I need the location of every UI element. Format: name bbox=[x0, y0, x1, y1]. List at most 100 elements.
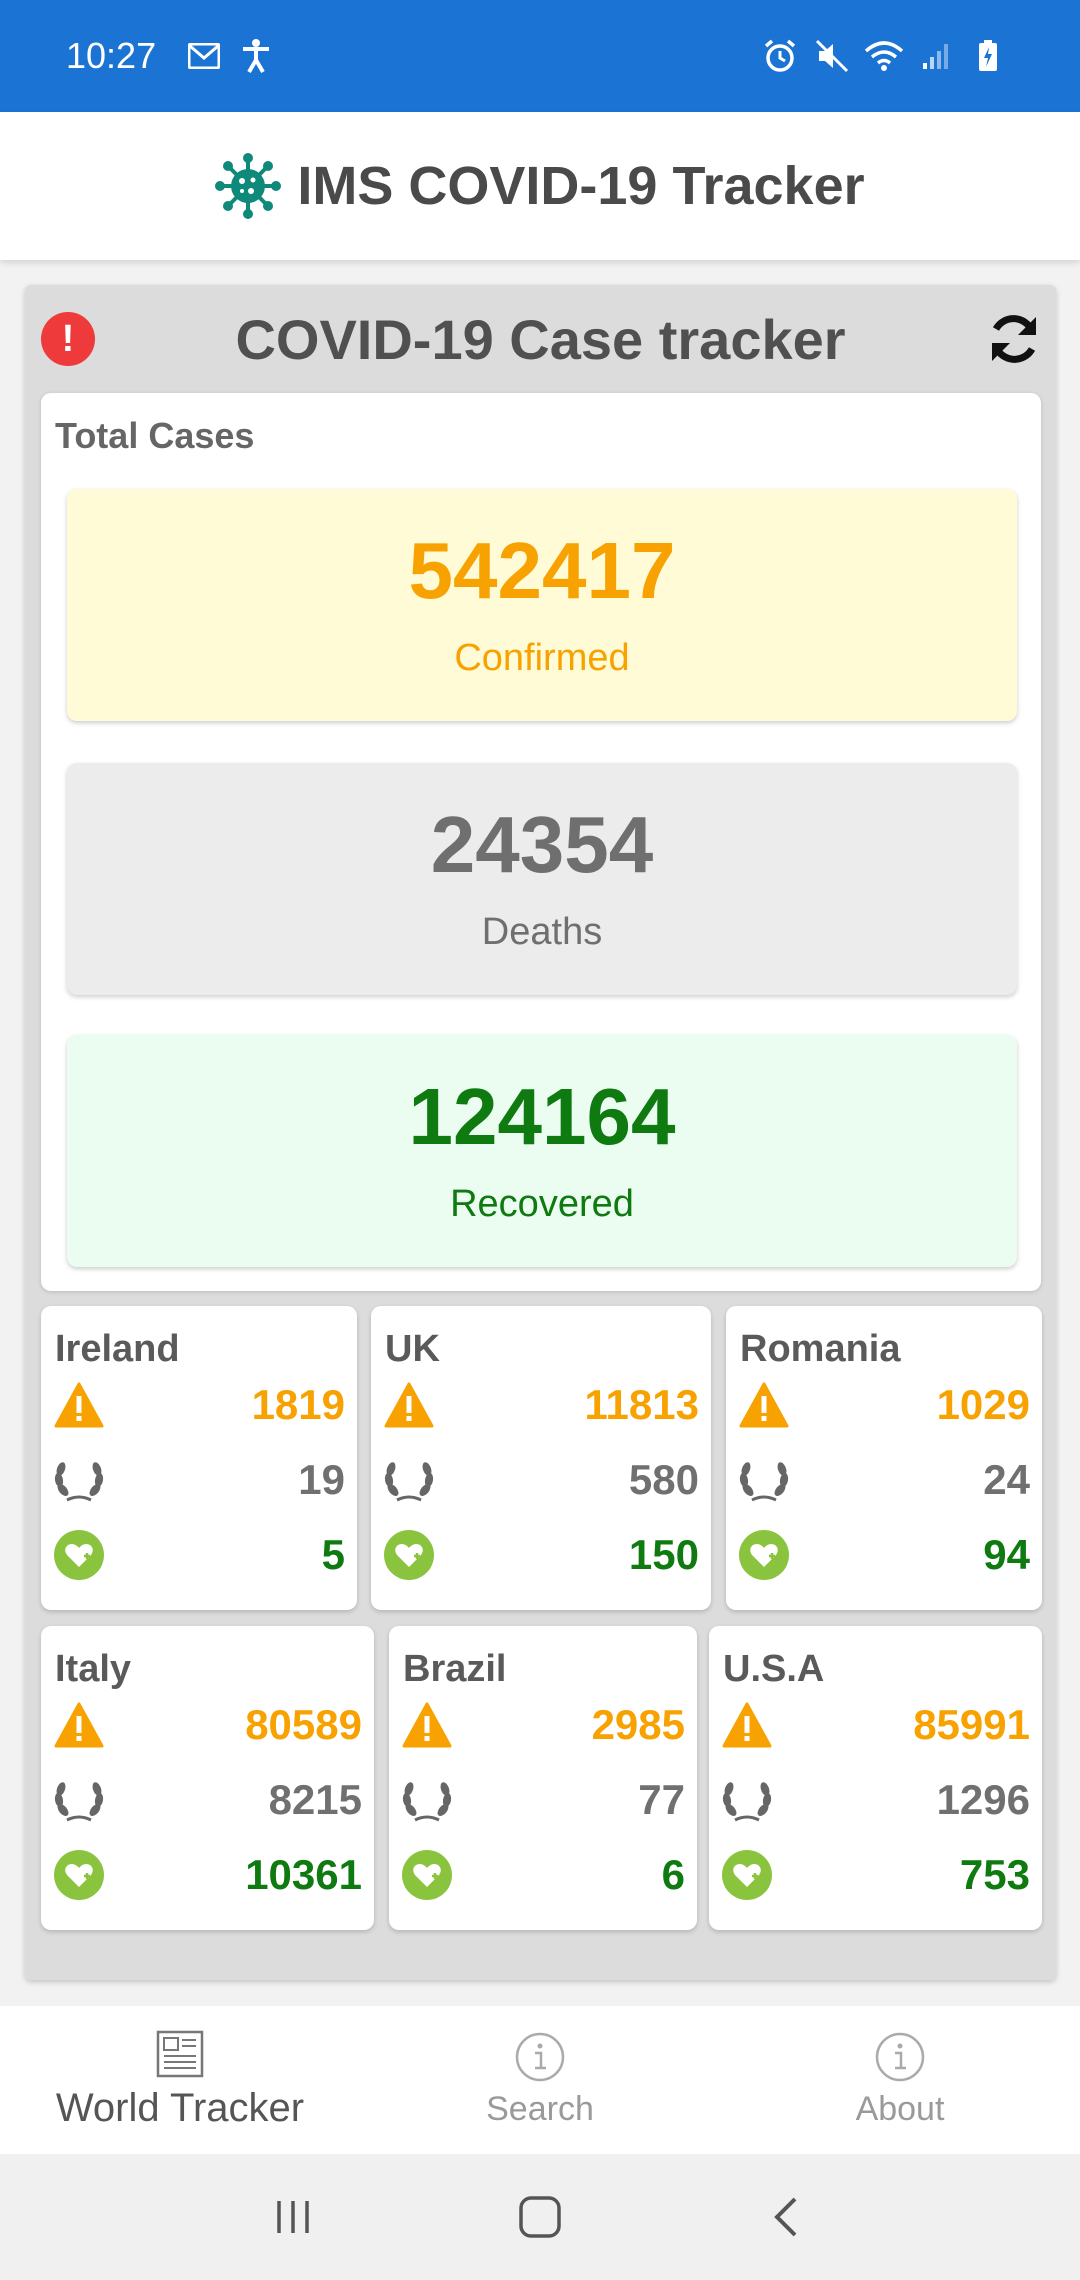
signal-icon bbox=[916, 36, 956, 76]
alarm-icon bbox=[760, 36, 800, 76]
recovered-row: 753 bbox=[721, 1846, 1030, 1904]
heart-plus-icon bbox=[401, 1849, 453, 1901]
nav-world-tracker[interactable]: World Tracker bbox=[0, 2006, 360, 2154]
warning-icon bbox=[738, 1379, 790, 1431]
nav-search-label: Search bbox=[486, 2089, 594, 2128]
status-time: 10:27 bbox=[66, 35, 157, 76]
wifi-icon bbox=[864, 36, 904, 76]
heart-plus-icon bbox=[53, 1529, 105, 1581]
deaths-count: 8215 bbox=[268, 1776, 362, 1823]
heart-plus-icon bbox=[738, 1529, 790, 1581]
recovered-row: 6 bbox=[401, 1846, 685, 1904]
virus-icon bbox=[215, 153, 282, 219]
system-nav-bar bbox=[0, 2154, 1080, 2280]
confirmed-row: 85991 bbox=[721, 1696, 1030, 1754]
country-card-romania[interactable]: Romania 1029 24 94 bbox=[726, 1306, 1042, 1610]
back-icon[interactable] bbox=[757, 2187, 817, 2247]
nav-world-tracker-label: World Tracker bbox=[55, 2085, 305, 2130]
deaths-count: 580 bbox=[628, 1456, 699, 1503]
country-card-italy[interactable]: Italy 80589 8215 10361 bbox=[41, 1626, 374, 1930]
deaths-row: 24 bbox=[738, 1451, 1030, 1509]
nav-about[interactable]: About bbox=[720, 2006, 1080, 2154]
deaths-row: 1296 bbox=[721, 1771, 1030, 1829]
warning-icon bbox=[53, 1699, 105, 1751]
heart-plus-icon bbox=[721, 1849, 773, 1901]
total-cases-card: Total Cases 542417 Confirmed 24354 Death… bbox=[41, 393, 1041, 1291]
deaths-row: 8215 bbox=[53, 1771, 362, 1829]
recovered-count: 6 bbox=[661, 1851, 685, 1898]
confirmed-label: Confirmed bbox=[454, 636, 630, 679]
confirmed-count: 1819 bbox=[251, 1381, 345, 1428]
recovered-count: 753 bbox=[959, 1851, 1030, 1898]
laurel-wreath-icon bbox=[401, 1774, 453, 1826]
laurel-wreath-icon bbox=[383, 1454, 435, 1506]
recovered-row: 94 bbox=[738, 1526, 1030, 1584]
deaths-count: 19 bbox=[298, 1456, 345, 1503]
warning-icon bbox=[383, 1379, 435, 1431]
gmail-icon bbox=[184, 36, 224, 76]
status-bar: 10:27 bbox=[0, 0, 1080, 112]
confirmed-count: 2985 bbox=[591, 1701, 685, 1748]
panel-header: ! COVID-19 Case tracker bbox=[25, 285, 1056, 393]
recovered-row: 150 bbox=[383, 1526, 699, 1584]
recent-apps-icon[interactable] bbox=[263, 2187, 323, 2247]
total-cases-label: Total Cases bbox=[55, 415, 255, 456]
country-card-ireland[interactable]: Ireland 1819 19 5 bbox=[41, 1306, 357, 1610]
recovered-value: 124164 bbox=[408, 1071, 676, 1161]
battery-icon bbox=[968, 36, 1008, 76]
confirmed-row: 11813 bbox=[383, 1376, 699, 1434]
home-icon[interactable] bbox=[510, 2187, 570, 2247]
recovered-count: 94 bbox=[983, 1531, 1030, 1578]
newspaper-icon bbox=[156, 2030, 204, 2077]
case-tracker-panel: ! COVID-19 Case tracker Total Cases 5424… bbox=[25, 285, 1056, 1980]
mute-icon bbox=[812, 36, 852, 76]
recovered-box: 124164 Recovered bbox=[67, 1035, 1017, 1267]
country-card-usa[interactable]: U.S.A 85991 1296 753 bbox=[709, 1626, 1042, 1930]
app-header: IMS COVID-19 Tracker bbox=[0, 112, 1080, 260]
laurel-wreath-icon bbox=[53, 1774, 105, 1826]
confirmed-row: 80589 bbox=[53, 1696, 362, 1754]
country-name: Brazil bbox=[403, 1648, 507, 1690]
warning-icon bbox=[53, 1379, 105, 1431]
deaths-count: 1296 bbox=[936, 1776, 1030, 1823]
confirmed-row: 1819 bbox=[53, 1376, 345, 1434]
recovered-count: 10361 bbox=[245, 1851, 362, 1898]
recovered-row: 10361 bbox=[53, 1846, 362, 1904]
deaths-count: 77 bbox=[638, 1776, 685, 1823]
recovered-count: 5 bbox=[321, 1531, 345, 1578]
bottom-nav: World Tracker Search About bbox=[0, 2006, 1080, 2154]
info-icon bbox=[875, 2032, 925, 2081]
panel-title: COVID-19 Case tracker bbox=[235, 307, 846, 371]
laurel-wreath-icon bbox=[738, 1454, 790, 1506]
app-title: IMS COVID-19 Tracker bbox=[297, 156, 865, 216]
laurel-wreath-icon bbox=[721, 1774, 773, 1826]
refresh-icon[interactable] bbox=[984, 309, 1044, 369]
confirmed-count: 80589 bbox=[245, 1701, 362, 1748]
country-name: Romania bbox=[740, 1328, 901, 1370]
heart-plus-icon bbox=[383, 1529, 435, 1581]
deaths-row: 580 bbox=[383, 1451, 699, 1509]
confirmed-count: 1029 bbox=[936, 1381, 1030, 1428]
recovered-label: Recovered bbox=[450, 1182, 634, 1225]
deaths-row: 77 bbox=[401, 1771, 685, 1829]
info-icon bbox=[515, 2032, 565, 2081]
laurel-wreath-icon bbox=[53, 1454, 105, 1506]
deaths-row: 19 bbox=[53, 1451, 345, 1509]
country-name: U.S.A bbox=[723, 1648, 825, 1690]
warning-icon bbox=[401, 1699, 453, 1751]
confirmed-count: 11813 bbox=[584, 1381, 699, 1428]
country-name: Ireland bbox=[55, 1328, 180, 1370]
deaths-count: 24 bbox=[983, 1456, 1030, 1503]
confirmed-value: 542417 bbox=[408, 525, 676, 615]
nav-search[interactable]: Search bbox=[360, 2006, 720, 2154]
deaths-value: 24354 bbox=[430, 799, 654, 889]
confirmed-count: 85991 bbox=[913, 1701, 1030, 1748]
deaths-label: Deaths bbox=[481, 910, 603, 953]
recovered-count: 150 bbox=[628, 1531, 699, 1578]
alert-icon[interactable]: ! bbox=[41, 312, 95, 366]
confirmed-row: 1029 bbox=[738, 1376, 1030, 1434]
nav-about-label: About bbox=[855, 2089, 945, 2128]
recovered-row: 5 bbox=[53, 1526, 345, 1584]
country-card-brazil[interactable]: Brazil 2985 77 6 bbox=[389, 1626, 697, 1930]
country-card-uk[interactable]: UK 11813 580 150 bbox=[371, 1306, 711, 1610]
